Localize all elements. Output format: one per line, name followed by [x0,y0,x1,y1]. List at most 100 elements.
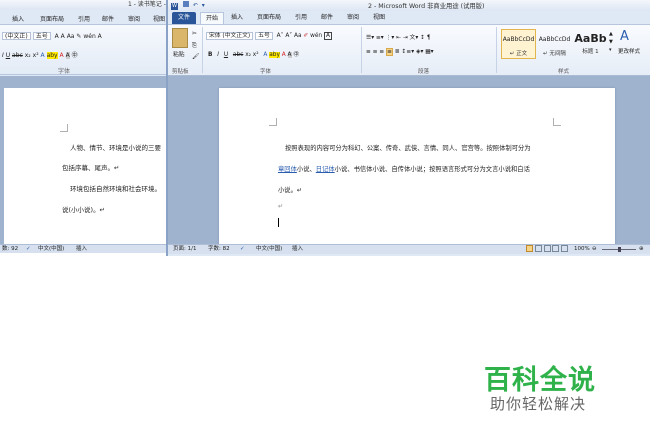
change-case-icon[interactable]: Aa [67,33,75,40]
tab-review[interactable]: 审阅 [342,12,364,24]
superscript-icon[interactable]: x² [253,52,259,58]
styles-more-icon[interactable]: ▾ [609,47,612,53]
status-language[interactable]: 中文(中国) [256,245,282,254]
format-painter-icon[interactable]: 🖌 [192,54,199,60]
left-status-lang[interactable]: 中文(中国) [38,245,64,253]
status-zoom[interactable]: 100% [574,245,590,254]
left-tab-layout[interactable]: 页面布局 [40,14,64,23]
draft-icon[interactable] [561,245,568,252]
left-tab-review[interactable]: 审阅 [128,14,140,23]
save-icon[interactable] [182,1,189,7]
shrink-font-icon[interactable]: A [61,33,65,40]
proofing-icon[interactable]: ✓ [26,245,31,253]
enclose-char-icon[interactable]: ㊥ [293,52,299,58]
font-size-combo[interactable]: 五号 [255,32,273,40]
status-insert-mode[interactable]: 插入 [292,245,303,254]
italic-icon[interactable]: I [217,52,219,58]
italic-icon[interactable]: I [2,52,4,59]
outline-icon[interactable] [552,245,560,252]
link-chapter-style[interactable]: 章回体 [278,166,297,173]
char-shading-icon[interactable]: A [287,52,292,58]
style-heading-1[interactable]: AaBb 标题 1 [573,29,608,59]
style-no-spacing[interactable]: AaBbCcDd ↵ 无间隔 [537,29,572,59]
show-marks-icon[interactable]: ¶ [427,35,431,41]
justify-icon[interactable]: ≡ [386,48,393,56]
proofing-icon[interactable]: ✓ [240,245,245,254]
clear-format-icon[interactable]: ✐ [303,33,308,39]
distributed-icon[interactable]: ≣ [395,49,400,55]
copy-icon[interactable]: ⎘ [192,43,197,50]
char-shading-icon[interactable]: A [65,52,70,59]
left-status-mode[interactable]: 插入 [76,245,87,253]
link-diary-style[interactable]: 日记体 [316,166,335,173]
change-styles-icon[interactable]: A [620,29,629,44]
left-font-size-combo[interactable]: 五号 [32,32,51,40]
status-words[interactable]: 字数: 82 [208,245,230,254]
text-effect-icon[interactable]: A [41,52,45,59]
enclose-char-icon[interactable]: ㊥ [72,52,78,59]
styles-scroll-down-icon[interactable]: ▼ [609,39,613,45]
strikethrough-icon[interactable]: abc [12,52,23,59]
char-border-icon[interactable]: A [98,33,102,40]
font-color-icon[interactable]: A [60,52,64,59]
left-tab-view[interactable]: 视图 [153,14,165,23]
zoom-out-icon[interactable]: ⊖ [592,245,597,254]
web-layout-icon[interactable] [543,245,551,252]
tab-view[interactable]: 视图 [368,12,390,24]
highlight-icon[interactable]: aby [46,52,58,59]
tab-insert[interactable]: 插入 [226,12,248,24]
increase-indent-icon[interactable]: ⇥ [403,35,408,41]
multilevel-list-icon[interactable]: ⋮▾ [386,35,395,41]
change-styles-label[interactable]: 更改样式 [618,47,640,55]
left-status-words[interactable]: 数: 92 [2,245,18,253]
tab-mailings[interactable]: 邮件 [316,12,338,24]
left-tab-references[interactable]: 引用 [78,14,90,23]
highlight-icon[interactable]: aby [269,52,280,58]
text-effect-icon[interactable]: A [263,52,267,58]
line-spacing-icon[interactable]: ↕≡▾ [402,49,415,55]
left-page[interactable]: 人物、情节、环境是小说的三要 包括序幕、尾声。↵ 环境包括自然环境和社会环境。 … [4,88,166,246]
tab-page-layout[interactable]: 页面布局 [252,12,286,24]
font-name-combo[interactable]: 宋体 (中文正文) [206,32,254,40]
styles-scroll-up-icon[interactable]: ▲ [609,31,613,37]
decrease-indent-icon[interactable]: ⇤ [396,35,401,41]
word-app-icon[interactable]: W [171,3,178,10]
grow-font-icon[interactable]: A [55,33,59,40]
reading-layout-icon[interactable] [534,245,542,252]
undo-icon[interactable]: ↶ [193,2,198,9]
pinyin-icon[interactable]: wén [83,33,95,40]
cut-icon[interactable]: ✂ [192,31,197,37]
zoom-slider-thumb[interactable] [618,247,621,252]
paste-label[interactable]: 粘贴 [173,49,185,58]
font-color-icon[interactable]: A [282,52,286,58]
chinese-layout-icon[interactable]: 文▾ [410,35,419,41]
left-tab-mailings[interactable]: 邮件 [102,14,114,23]
superscript-icon[interactable]: x² [33,52,39,59]
shading-icon[interactable]: ◈▾ [416,49,423,55]
underline-icon[interactable]: U [6,52,10,59]
style-normal[interactable]: AaBbCcDd ↵ 正文 [501,29,536,59]
paste-icon[interactable] [172,28,188,48]
numbering-icon[interactable]: ≡▾ [376,35,384,41]
align-right-icon[interactable]: ≡ [379,49,384,55]
tab-references[interactable]: 引用 [290,12,312,24]
zoom-in-icon[interactable]: ⊕ [639,245,644,254]
change-case-icon[interactable]: Aa [294,33,302,39]
subscript-icon[interactable]: x₂ [245,52,251,58]
left-word-window[interactable]: 1 - 读书笔记 - Microsoft Word 插入 页面布局 引用 邮件 … [0,0,170,253]
align-center-icon[interactable]: ≡ [373,49,378,55]
underline-icon[interactable]: U [224,52,228,58]
sort-icon[interactable]: ↕ [420,35,425,41]
qat-dropdown-icon[interactable]: ▾ [202,2,205,9]
strikethrough-icon[interactable]: abc [233,52,243,58]
main-word-window[interactable]: W ↶ ▾ 2 - Microsoft Word 非商业用途 (试用版) 文件 … [166,0,650,256]
status-page[interactable]: 页面: 1/1 [173,245,196,254]
clear-format-icon[interactable]: ✎ [76,33,81,40]
pinyin-icon[interactable]: wén [310,33,322,39]
tab-home[interactable]: 开始 [200,12,225,24]
tab-file[interactable]: 文件 [172,12,197,24]
document-page[interactable]: 按照表现的内容可分为科幻、公案、传奇、武侠、言情、同人、官宫等。按照体制可分为 … [219,88,615,248]
left-font-name-combo[interactable]: (中文正) [2,32,31,40]
align-left-icon[interactable]: ≡ [366,49,371,55]
char-border-icon[interactable]: A [323,32,332,40]
